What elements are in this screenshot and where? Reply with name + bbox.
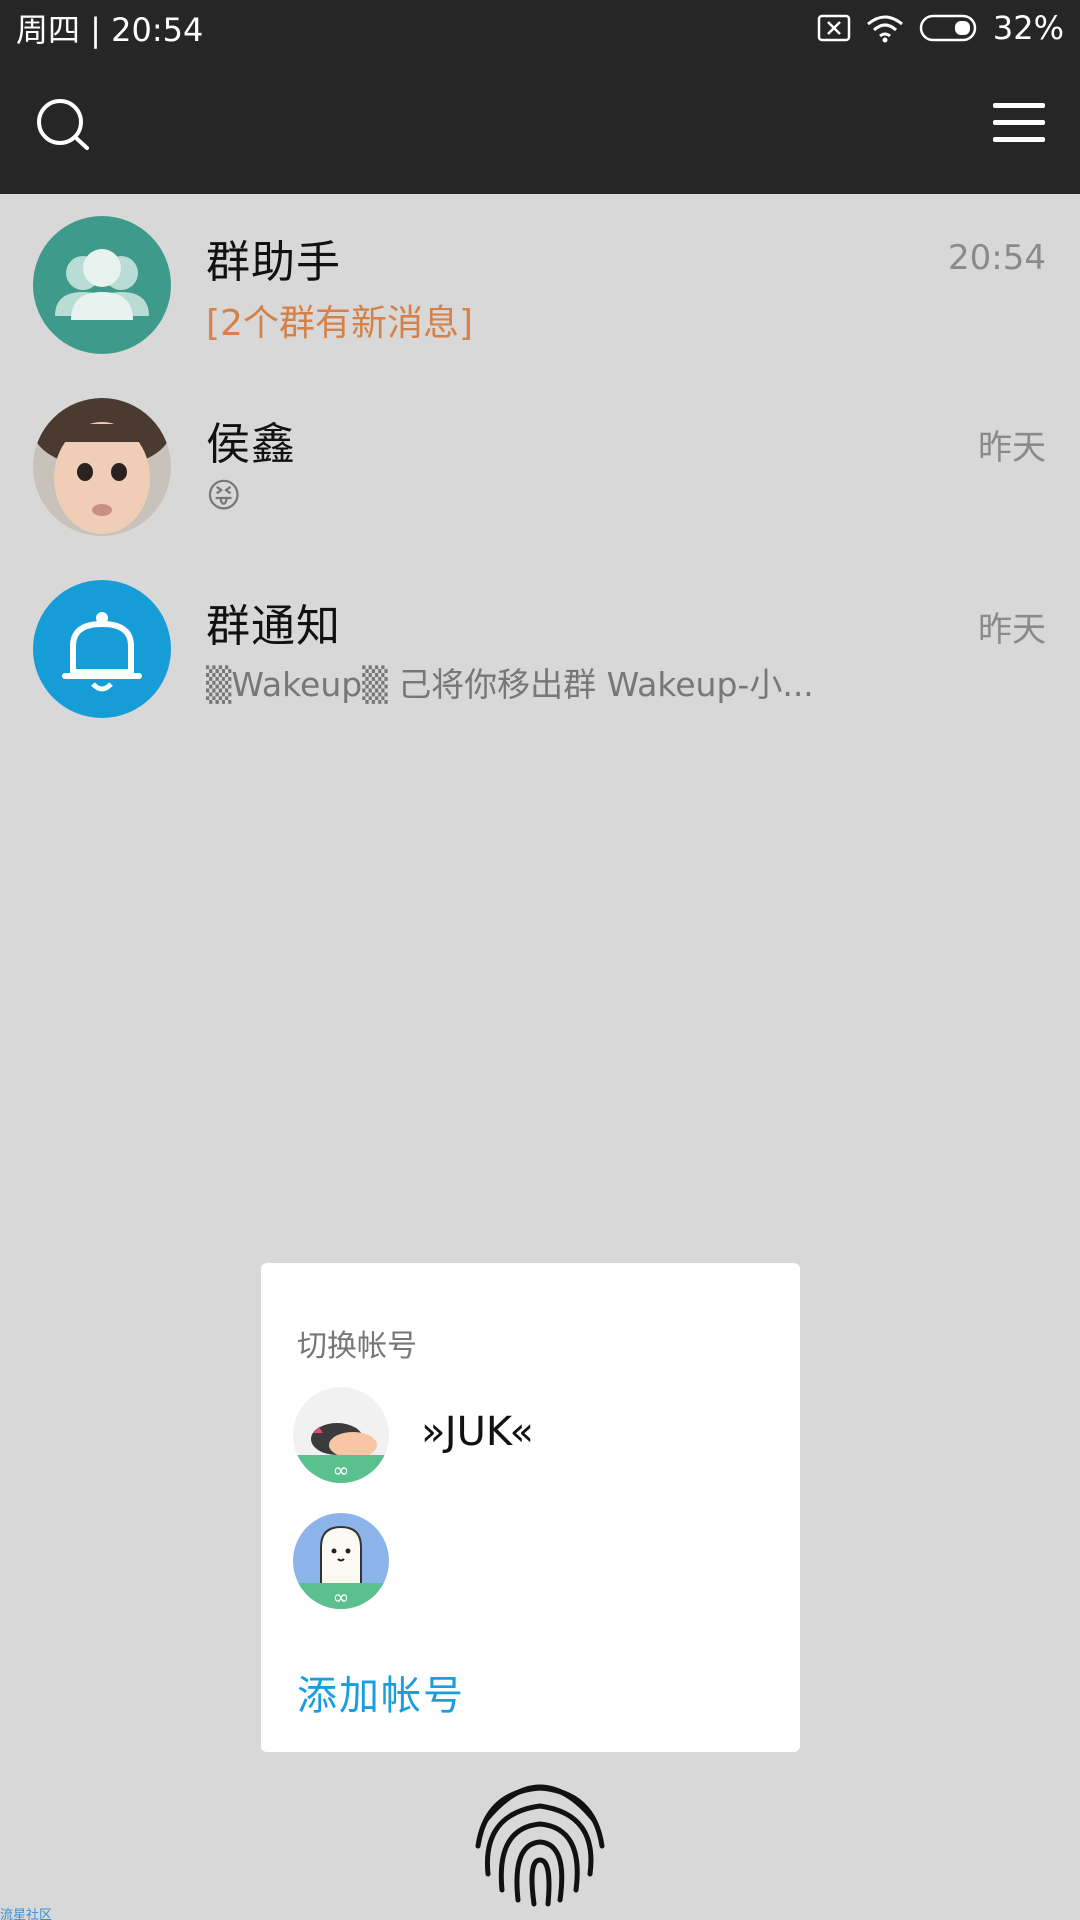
chat-time: 20:54 [948,238,1046,278]
menu-icon[interactable] [992,98,1046,148]
chat-preview: [2个群有新消息] [206,303,473,344]
svg-text:∞: ∞ [333,1458,350,1482]
chat-item-group-notice[interactable]: 群通知 昨天 ▒Wakeup▒ 己将你移出群 Wakeup-小... [0,580,1080,760]
fingerprint-icon[interactable] [466,1762,614,1910]
account-avatar: ∞ [293,1513,389,1609]
status-icons: 32% [817,9,1064,47]
search-icon[interactable] [34,96,94,156]
account-item[interactable]: ∞ »JUK« [293,1387,768,1483]
battery-percent: 32% [992,9,1064,47]
chat-name: 群通知 [206,601,341,652]
status-bar: 周四 | 20:54 32% [0,0,1080,56]
battery-icon [919,13,979,43]
emoji-preview: 😝 [206,476,242,516]
bell-icon [33,580,171,718]
watermark-text: 流星社区 [0,1908,53,1920]
chat-item-group-assistant[interactable]: 群助手 20:54 [2个群有新消息] [0,216,1080,396]
svg-text:∞: ∞ [333,1585,350,1609]
chat-time: 昨天 [978,428,1046,468]
photo-avatar [33,398,171,536]
chat-name: 群助手 [206,237,341,288]
dialog-title: 切换帐号 [297,1329,417,1364]
account-avatar: ∞ [293,1387,389,1483]
chat-preview: ▒Wakeup▒ 己将你移出群 Wakeup-小... [206,665,814,704]
wifi-icon [865,13,905,43]
status-datetime: 周四 | 20:54 [16,11,204,49]
switch-account-dialog: 切换帐号 ∞ »JUK« ∞ 添加帐号 [261,1263,800,1752]
chat-time: 昨天 [978,610,1046,650]
group-assistant-icon [33,216,171,354]
no-sim-icon [817,13,851,43]
app-header [0,56,1080,194]
account-name: »JUK« [421,1409,534,1455]
add-account-button[interactable]: 添加帐号 [297,1663,465,1721]
chat-name: 侯鑫 [206,419,296,470]
account-item[interactable]: ∞ [293,1513,768,1609]
chat-item-hou-xin[interactable]: 侯鑫 昨天 😝 [0,398,1080,578]
